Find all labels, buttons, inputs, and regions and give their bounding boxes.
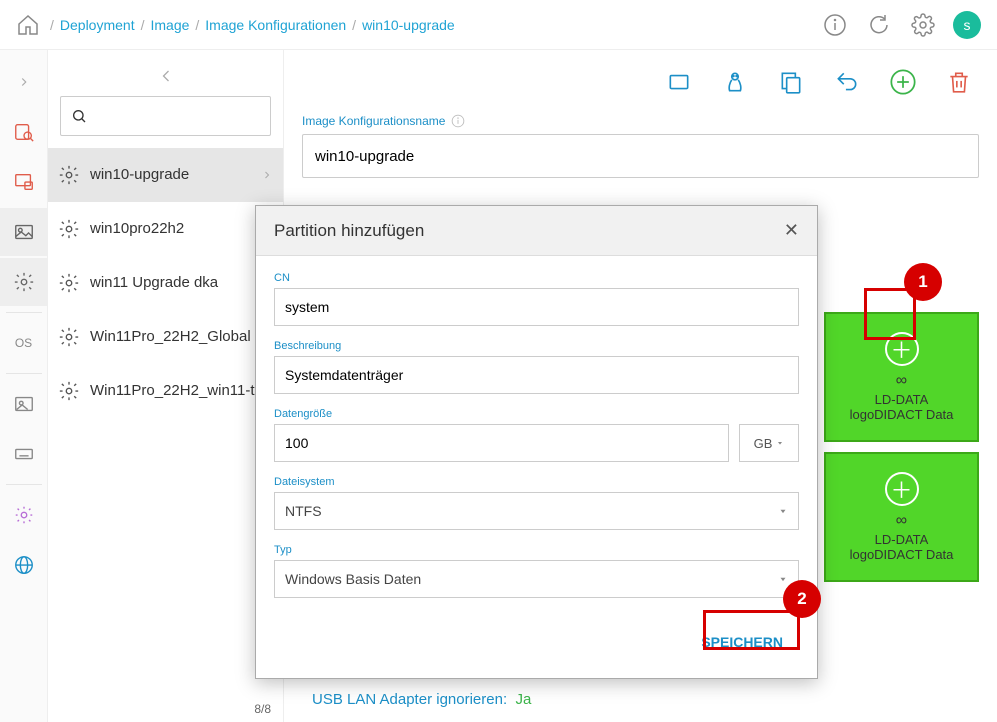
usb-lan-setting: USB LAN Adapter ignorieren: Ja [312, 691, 531, 708]
info-icon [451, 114, 465, 128]
type-select[interactable]: Windows Basis Daten [274, 560, 799, 598]
gear-icon [58, 272, 80, 294]
partition-card-2[interactable]: ＋ ∞ LD-DATA logoDIDACT Data [824, 452, 979, 582]
crumb-image[interactable]: Image [150, 17, 189, 33]
config-item-label: win10-upgrade [90, 165, 189, 185]
partition-desc: logoDIDACT Data [850, 547, 954, 562]
partition-card-1[interactable]: ＋ ∞ LD-DATA logoDIDACT Data [824, 312, 979, 442]
cn-label: CN [274, 272, 799, 284]
config-item-label: Win11Pro_22H2_Global [90, 327, 251, 347]
partition-desc: logoDIDACT Data [850, 407, 954, 422]
rail-monitor-icon[interactable] [0, 158, 48, 206]
rail-image-icon[interactable] [0, 208, 48, 256]
avatar[interactable]: s [953, 11, 981, 39]
config-item-win10-upgrade[interactable]: win10-upgrade [48, 148, 283, 202]
config-item-win10pro22h2[interactable]: win10pro22h2 [48, 202, 283, 256]
breadcrumb: / Deployment / Image / Image Konfigurati… [50, 17, 455, 33]
name-field-label: Image Konfigurationsname [302, 114, 979, 128]
plus-icon[interactable]: ＋ [885, 332, 919, 366]
network-icon[interactable] [665, 68, 693, 96]
infinity-icon: ∞ [896, 512, 907, 530]
infinity-icon: ∞ [896, 372, 907, 390]
rail-search-icon[interactable] [0, 108, 48, 156]
copy-icon[interactable] [777, 68, 805, 96]
crumb-image-konfig[interactable]: Image Konfigurationen [205, 17, 346, 33]
cn-input[interactable] [274, 288, 799, 326]
settings-icon[interactable] [909, 11, 937, 39]
callout-2: 2 [783, 580, 821, 618]
crumb-current[interactable]: win10-upgrade [362, 17, 455, 33]
size-label: Datengröße [274, 408, 799, 420]
rail-gear-purple-icon[interactable] [0, 491, 48, 539]
size-input[interactable] [274, 424, 729, 462]
fs-label: Dateisystem [274, 476, 799, 488]
desc-label: Beschreibung [274, 340, 799, 352]
modal-title: Partition hinzufügen [274, 221, 424, 241]
config-item-win11-upgrade-dka[interactable]: win11 Upgrade dka [48, 256, 283, 310]
rail-globe-icon[interactable] [0, 541, 48, 589]
refresh-icon[interactable] [865, 11, 893, 39]
partition-modal: Partition hinzufügen ✕ CN Beschreibung D… [255, 205, 818, 679]
config-item-win11pro-ta[interactable]: Win11Pro_22H2_win11-ta [48, 364, 283, 418]
fs-select[interactable]: NTFS [274, 492, 799, 530]
rail-os[interactable]: OS [0, 319, 48, 367]
partition-name: LD-DATA [875, 532, 929, 547]
config-item-label: win11 Upgrade dka [90, 273, 218, 293]
rail-config-icon[interactable] [0, 258, 48, 306]
plus-icon[interactable]: ＋ [885, 472, 919, 506]
config-item-win11pro-global[interactable]: Win11Pro_22H2_Global [48, 310, 283, 364]
callout-1: 1 [904, 263, 942, 301]
rail-picture-icon[interactable] [0, 380, 48, 428]
search-input[interactable] [60, 96, 271, 136]
rail-expand[interactable] [0, 58, 48, 106]
info-icon[interactable] [821, 11, 849, 39]
save-button[interactable]: SPEICHERN [685, 624, 799, 660]
gear-icon [58, 326, 80, 348]
type-label: Typ [274, 544, 799, 556]
gear-icon [58, 380, 80, 402]
gear-icon [58, 164, 80, 186]
undo-icon[interactable] [833, 68, 861, 96]
crumb-deployment[interactable]: Deployment [60, 17, 135, 33]
delete-icon[interactable] [945, 68, 973, 96]
add-icon[interactable] [889, 68, 917, 96]
config-name-input[interactable] [302, 134, 979, 178]
config-item-label: win10pro22h2 [90, 219, 184, 239]
config-sidebar: win10-upgrade win10pro22h2 win11 Upgrade… [48, 50, 284, 722]
home-icon[interactable] [16, 13, 40, 37]
desc-input[interactable] [274, 356, 799, 394]
rail-keyboard-icon[interactable] [0, 430, 48, 478]
nav-rail: OS [0, 50, 48, 722]
page-indicator: 8/8 [254, 702, 271, 716]
config-item-label: Win11Pro_22H2_win11-ta [90, 381, 263, 401]
size-unit-select[interactable]: GB [739, 424, 799, 462]
back-icon[interactable] [156, 66, 176, 86]
linux-icon[interactable] [721, 68, 749, 96]
chevron-right-icon [261, 169, 273, 181]
gear-icon [58, 218, 80, 240]
partition-name: LD-DATA [875, 392, 929, 407]
close-icon[interactable]: ✕ [784, 220, 799, 241]
